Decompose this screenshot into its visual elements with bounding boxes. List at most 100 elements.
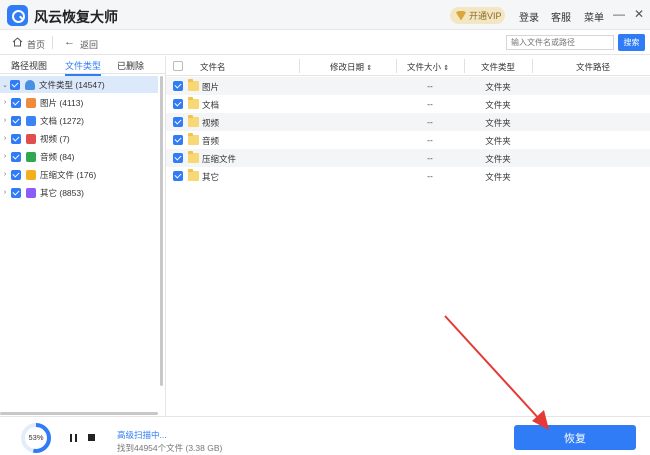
minimize-button[interactable]: — — [612, 6, 626, 22]
tab-deleted[interactable]: 已删除 — [117, 59, 144, 72]
sidebar-tabs: 路径视图 文件类型 已删除 — [0, 56, 166, 76]
chevron-right-icon[interactable]: › — [0, 135, 10, 142]
other-icon — [26, 187, 36, 198]
tree-item-images[interactable]: › 图片 (4113) — [0, 94, 158, 111]
chevron-right-icon[interactable]: › — [0, 153, 10, 160]
header-date[interactable]: 修改日期 ⇕ — [330, 61, 372, 73]
vertical-scrollbar[interactable] — [160, 76, 163, 386]
pause-icon[interactable] — [70, 434, 77, 442]
home-link[interactable]: 首页 — [27, 38, 45, 51]
drive-icon — [25, 79, 35, 90]
tab-file-type[interactable]: 文件类型 — [65, 59, 102, 76]
checkbox[interactable] — [11, 187, 21, 198]
tree-item-label: 音频 (84) — [40, 151, 75, 162]
status-bar: 53% 高级扫描中... 找到44954个文件 (3.38 GB) 恢复 — [0, 416, 650, 455]
table-row[interactable]: 音频 -- 文件夹 — [166, 131, 650, 149]
row-type: 文件夹 — [485, 136, 511, 146]
chevron-down-icon[interactable]: ⌄ — [0, 81, 10, 89]
select-all-checkbox[interactable] — [173, 61, 183, 71]
table-row[interactable]: 压缩文件 -- 文件夹 — [166, 149, 650, 167]
app-title: 风云恢复大师 — [34, 9, 118, 25]
tree-item-file-types[interactable]: ⌄ 文件类型 (14547) — [0, 76, 158, 93]
tree-item-audio[interactable]: › 音频 (84) — [0, 148, 158, 165]
checkbox[interactable] — [11, 169, 21, 180]
column-divider[interactable] — [396, 59, 397, 73]
column-divider[interactable] — [464, 59, 465, 73]
row-checkbox[interactable] — [173, 99, 183, 109]
row-checkbox[interactable] — [173, 171, 183, 181]
checkbox[interactable] — [11, 133, 21, 144]
image-icon — [26, 97, 36, 108]
toolbar-divider — [52, 36, 53, 49]
table-row[interactable]: 视频 -- 文件夹 — [166, 113, 650, 131]
tab-path-view[interactable]: 路径视图 — [11, 59, 47, 72]
table-row[interactable]: 文档 -- 文件夹 — [166, 95, 650, 113]
row-size: -- — [427, 171, 433, 181]
row-type: 文件夹 — [485, 82, 511, 92]
toolbar: 首页 ← 返回 搜索 — [0, 30, 650, 55]
checkbox[interactable] — [10, 79, 20, 90]
folder-icon — [188, 133, 199, 145]
vip-button[interactable]: 开通VIP — [450, 7, 505, 24]
row-type: 文件夹 — [485, 154, 511, 164]
row-checkbox[interactable] — [173, 81, 183, 91]
header-name[interactable]: 文件名 — [200, 61, 226, 73]
row-checkbox[interactable] — [173, 135, 183, 145]
table-row[interactable]: 图片 -- 文件夹 — [166, 77, 650, 95]
sort-icon[interactable]: ⇕ — [443, 65, 449, 72]
back-arrow-icon[interactable]: ← — [64, 36, 75, 48]
checkbox[interactable] — [11, 151, 21, 162]
table-header: 文件名 修改日期 ⇕ 文件大小 ⇕ 文件类型 文件路径 — [166, 56, 650, 76]
row-name: 图片 — [202, 82, 220, 92]
menu-link[interactable]: 菜单 — [584, 9, 604, 24]
tree-item-other[interactable]: › 其它 (8853) — [0, 184, 158, 201]
archive-icon — [26, 169, 36, 180]
row-size: -- — [427, 135, 433, 145]
stop-icon[interactable] — [88, 434, 95, 441]
row-name: 文档 — [202, 100, 220, 110]
chevron-right-icon[interactable]: › — [0, 117, 10, 124]
row-name: 其它 — [202, 172, 220, 182]
row-checkbox[interactable] — [173, 117, 183, 127]
login-link[interactable]: 登录 — [519, 9, 539, 24]
row-type: 文件夹 — [485, 118, 511, 128]
sort-icon[interactable]: ⇕ — [366, 65, 372, 72]
tree-item-label: 压缩文件 (176) — [40, 169, 97, 180]
row-size: -- — [427, 81, 433, 91]
column-divider[interactable] — [532, 59, 533, 73]
folder-icon — [188, 79, 199, 91]
header-size[interactable]: 文件大小 ⇕ — [407, 61, 449, 73]
table-row[interactable]: 其它 -- 文件夹 — [166, 167, 650, 185]
tree-item-label: 图片 (4113) — [40, 97, 84, 108]
tree-item-documents[interactable]: › 文档 (1272) — [0, 112, 158, 129]
home-icon[interactable] — [12, 37, 23, 47]
row-checkbox[interactable] — [173, 153, 183, 163]
row-size: -- — [427, 99, 433, 109]
file-table: 文件名 修改日期 ⇕ 文件大小 ⇕ 文件类型 文件路径 图片 -- 文件夹 文档… — [166, 56, 650, 416]
search-button[interactable]: 搜索 — [618, 34, 645, 51]
chevron-right-icon[interactable]: › — [0, 189, 10, 196]
sidebar: 路径视图 文件类型 已删除 ⌄ 文件类型 (14547) › 图片 (4113)… — [0, 56, 166, 416]
row-name: 压缩文件 — [202, 154, 237, 164]
close-button[interactable]: ✕ — [632, 6, 646, 22]
tree-item-archives[interactable]: › 压缩文件 (176) — [0, 166, 158, 183]
header-path[interactable]: 文件路径 — [576, 61, 610, 73]
header-date-label: 修改日期 — [330, 62, 365, 72]
folder-icon — [188, 169, 199, 181]
row-size: -- — [427, 153, 433, 163]
audio-icon — [26, 151, 36, 162]
recover-button[interactable]: 恢复 — [514, 425, 636, 450]
service-link[interactable]: 客服 — [551, 9, 571, 24]
chevron-right-icon[interactable]: › — [0, 171, 10, 178]
chevron-right-icon[interactable]: › — [0, 99, 10, 106]
tree-item-label: 视频 (7) — [40, 133, 70, 144]
search-input[interactable] — [506, 35, 614, 50]
column-divider[interactable] — [299, 59, 300, 73]
checkbox[interactable] — [11, 97, 21, 108]
back-link[interactable]: 返回 — [80, 38, 98, 51]
folder-icon — [188, 151, 199, 163]
tree-item-videos[interactable]: › 视频 (7) — [0, 130, 158, 147]
horizontal-scrollbar[interactable] — [0, 412, 158, 415]
checkbox[interactable] — [11, 115, 21, 126]
header-type[interactable]: 文件类型 — [481, 61, 515, 73]
